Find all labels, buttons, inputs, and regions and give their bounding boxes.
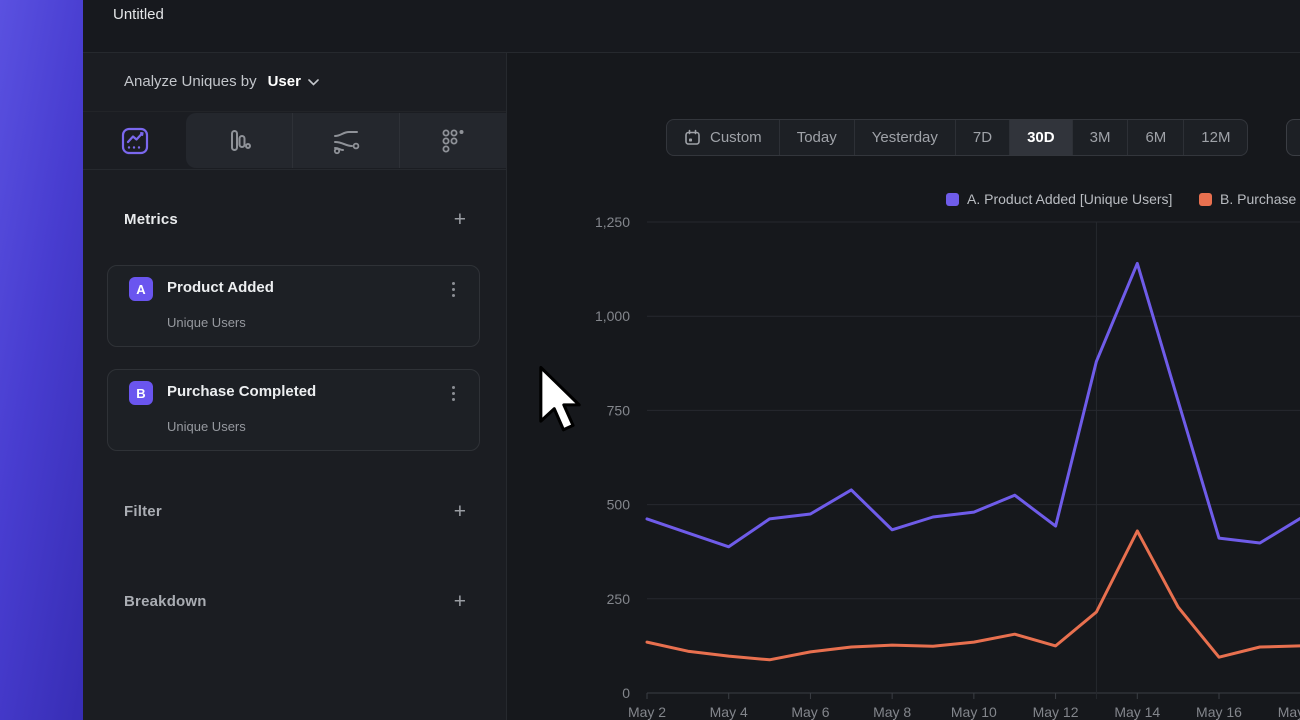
range-yesterday[interactable]: Yesterday (855, 120, 956, 155)
metric-title-a: Product Added (167, 279, 274, 296)
metric-options-icon[interactable] (445, 279, 461, 299)
metric-badge-b: B (129, 381, 153, 405)
query-sidebar: Analyze Uniques by User (83, 53, 507, 720)
report-title[interactable]: Untitled (113, 6, 164, 23)
tab-flow-chart[interactable] (293, 113, 400, 168)
analytics-app-window: Untitled Analyze Uniques by User (83, 0, 1300, 720)
tab-dot-grid-chart[interactable] (400, 113, 506, 168)
range-30d-label: 30D (1027, 129, 1055, 146)
filter-title: Filter (124, 503, 162, 520)
legend-label-b: B. Purchase Completed [Unique Users] (1220, 191, 1300, 207)
legend-item-a: A. Product Added [Unique Users] (946, 191, 1172, 207)
range-6m[interactable]: 6M (1128, 120, 1184, 155)
metric-options-icon[interactable] (445, 383, 461, 403)
range-30d[interactable]: 30D (1010, 120, 1073, 155)
chart-type-tabs (83, 112, 506, 170)
dot-grid-icon (438, 126, 468, 156)
chart-type-tabstrip (186, 113, 506, 168)
add-metric-button[interactable]: + (454, 212, 466, 228)
analyze-by-value-dropdown[interactable]: User (268, 73, 301, 90)
range-custom-label: Custom (710, 129, 762, 146)
range-12m-label: 12M (1201, 129, 1230, 146)
calendar-icon (684, 129, 701, 146)
legend-item-b: B. Purchase Completed [Unique Users] (1199, 191, 1300, 207)
add-breakdown-button[interactable]: + (454, 594, 466, 610)
metric-title-b: Purchase Completed (167, 383, 316, 400)
analyze-by-row: Analyze Uniques by User (83, 53, 506, 112)
metric-badge-a: A (129, 277, 153, 301)
tab-line-chart-selected[interactable] (83, 112, 186, 169)
chart-panel: Custom Today Yesterday 7D 30D 3M 6M 12M … (507, 53, 1300, 720)
chevron-down-icon (308, 79, 319, 86)
desktop-gradient-strip (0, 0, 83, 720)
metrics-title: Metrics (124, 211, 178, 228)
filter-header: Filter + (124, 503, 466, 520)
range-yesterday-label: Yesterday (872, 129, 938, 146)
screen: Untitled Analyze Uniques by User (0, 0, 1300, 720)
line-chart-icon (119, 125, 151, 157)
add-filter-button[interactable]: + (454, 504, 466, 520)
range-custom[interactable]: Custom (667, 120, 780, 155)
flow-chart-icon (330, 126, 362, 156)
metric-subtitle-b: Unique Users (167, 419, 246, 434)
range-today-label: Today (797, 129, 837, 146)
range-7d[interactable]: 7D (956, 120, 1010, 155)
bar-chart-icon (224, 126, 254, 156)
top-bar: Untitled (83, 0, 1300, 53)
range-7d-label: 7D (973, 129, 992, 146)
legend-swatch-orange (1199, 193, 1212, 206)
legend-label-a: A. Product Added [Unique Users] (967, 191, 1172, 207)
range-today[interactable]: Today (780, 120, 855, 155)
range-3m[interactable]: 3M (1073, 120, 1129, 155)
analyze-by-label: Analyze Uniques by (124, 73, 257, 90)
range-3m-label: 3M (1090, 129, 1111, 146)
date-range-control: Custom Today Yesterday 7D 30D 3M 6M 12M (666, 119, 1248, 156)
breakdown-header: Breakdown + (124, 593, 466, 610)
range-6m-label: 6M (1145, 129, 1166, 146)
metric-card-b[interactable]: B Purchase Completed Unique Users (107, 369, 480, 451)
tab-bar-chart[interactable] (186, 113, 293, 168)
metric-subtitle-a: Unique Users (167, 315, 246, 330)
metric-card-a[interactable]: A Product Added Unique Users (107, 265, 480, 347)
metrics-header: Metrics + (124, 211, 466, 228)
breakdown-title: Breakdown (124, 593, 207, 610)
range-12m[interactable]: 12M (1184, 120, 1247, 155)
legend-swatch-purple (946, 193, 959, 206)
compare-button[interactable]: Compare (1286, 119, 1300, 156)
chart-legend: A. Product Added [Unique Users] B. Purch… (507, 191, 1300, 209)
